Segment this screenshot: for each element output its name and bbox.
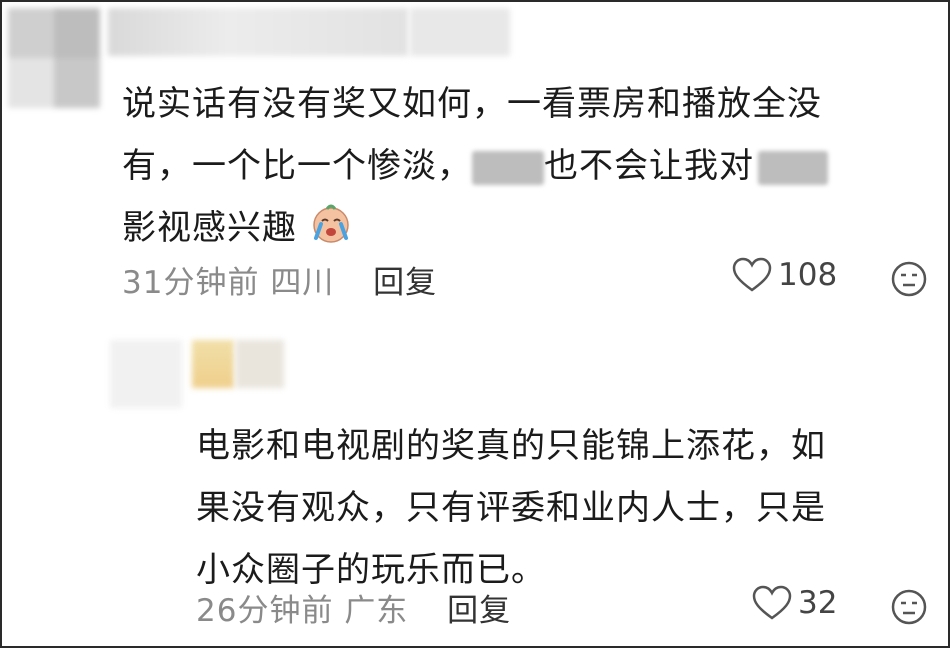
location: 四川	[270, 265, 335, 301]
heart-icon	[752, 585, 792, 620]
reply-body: 电影和电视剧的奖真的只能锦上添花，如 果没有观众，只有评委和业内人士，只是 小众…	[196, 415, 826, 601]
reply-username-blurred[interactable]	[236, 340, 284, 388]
comment-line: 果没有观众，只有评委和业内人士，只是	[196, 488, 826, 528]
reply-button[interactable]: 回复	[447, 593, 511, 629]
reply-meta: 26分钟前 广东 回复	[196, 585, 511, 630]
crying-face-emoji	[313, 204, 349, 243]
comment-line: 说实话有没有奖又如何，一看票房和播放全没	[122, 84, 822, 124]
like-button[interactable]: 108	[732, 257, 837, 293]
timestamp: 31分钟前	[122, 265, 260, 301]
location: 广东	[344, 593, 409, 629]
comment-body: 说实话有没有奖又如何，一看票房和播放全没 有，一个比一个惨淡， 也不会让我对 影视…	[122, 73, 828, 259]
avatar[interactable]	[8, 8, 100, 108]
like-count: 108	[778, 257, 838, 293]
comment-meta: 31分钟前 四川 回复	[122, 257, 437, 302]
censored-text	[472, 150, 544, 185]
dislike-face-icon[interactable]	[890, 260, 928, 298]
like-count: 32	[798, 585, 838, 621]
reply-username-blurred[interactable]	[192, 340, 234, 388]
dislike-face-icon[interactable]	[890, 588, 928, 626]
username-badge-blurred	[410, 8, 510, 56]
comment-line: 影视感兴趣	[122, 197, 828, 259]
comment-line: 有，一个比一个惨淡， 也不会让我对	[122, 135, 828, 197]
reply-button[interactable]: 回复	[373, 265, 437, 301]
username-blurred[interactable]	[108, 8, 408, 56]
timestamp: 26分钟前	[196, 593, 334, 629]
reply-avatar[interactable]	[110, 340, 182, 408]
like-button[interactable]: 32	[752, 585, 837, 621]
comment-line: 电影和电视剧的奖真的只能锦上添花，如	[196, 426, 826, 466]
heart-icon	[732, 257, 772, 292]
censored-text	[758, 150, 828, 185]
